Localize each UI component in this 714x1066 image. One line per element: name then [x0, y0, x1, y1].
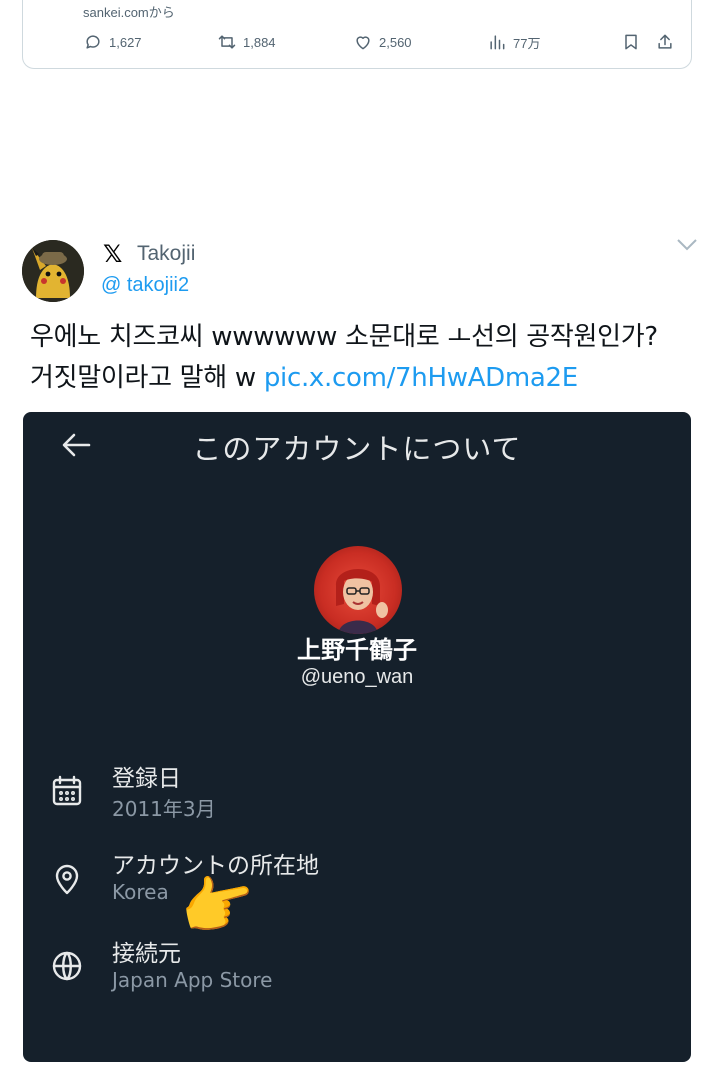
reply-button[interactable]: 1,627 [83, 32, 142, 52]
tweet-action-bar: 1,627 1,884 2,560 77万 [23, 32, 691, 58]
bitmoji-avatar-icon [335, 569, 388, 634]
retweet-count: 1,884 [243, 34, 276, 50]
share-icon [658, 34, 672, 49]
chevron-down-icon [677, 239, 697, 251]
info-value-joined: 2011年3月 [112, 797, 216, 821]
info-label-joined: 登録日 [112, 766, 181, 792]
profile-handle: @ueno_wan [300, 666, 414, 688]
info-row-location: アカウントの所在地 Korea [23, 846, 691, 916]
info-label-connected-via: 接続元 [112, 941, 181, 967]
views-chart-icon [490, 35, 505, 50]
tweet-menu-chevron[interactable] [676, 238, 698, 257]
retweet-button[interactable]: 1,884 [217, 32, 276, 52]
card-source-label: sankei.comから [83, 5, 175, 20]
tweet-text-line-2-body: 거짓말이라고 말해 w [30, 363, 264, 393]
pointing-hand-annotation: 👉 [172, 863, 263, 948]
profile-avatar[interactable] [314, 546, 402, 634]
bookmark-icon [625, 34, 637, 50]
globe-icon [49, 948, 85, 984]
pikachu-avatar-icon [22, 240, 84, 302]
x-logo-icon: 𝕏 [103, 241, 123, 268]
author-handle[interactable]: @ takojii2 [101, 274, 189, 297]
avatar[interactable] [22, 240, 84, 302]
info-value-connected-via: Japan App Store [112, 968, 273, 992]
calendar-icon [49, 773, 85, 809]
profile-name: 上野千鶴子 [297, 636, 417, 664]
tweet-text-line-2: 거짓말이라고 말해 w pic.x.com/7hHwADma2E [30, 358, 700, 399]
tweet-text-line-1: 우에노 치즈코씨 wwwwww 소문대로 ㅗ선의 공작원인가? [30, 322, 658, 352]
reply-icon [86, 35, 100, 49]
retweet-icon [218, 35, 236, 49]
tweet-media-link[interactable]: pic.x.com/7hHwADma2E [264, 363, 578, 393]
reply-count: 1,627 [109, 34, 142, 50]
info-row-joined: 登録日 2011年3月 [23, 759, 691, 829]
info-row-connected-via: 接続元 Japan App Store [23, 934, 691, 1004]
views-button[interactable]: 77万 [487, 32, 540, 52]
author-display-name[interactable]: Takojii [137, 242, 195, 266]
bookmark-button[interactable] [621, 32, 641, 52]
info-value-location: Korea [112, 880, 169, 904]
like-button[interactable]: 2,560 [353, 32, 412, 52]
like-count: 2,560 [379, 34, 412, 50]
page-title: このアカウントについて [192, 432, 522, 466]
embedded-tweet-card[interactable]: sankei.comから 1,627 1,884 2,560 77万 [22, 0, 692, 69]
attached-screenshot[interactable]: このアカウントについて 上野千鶴子 @ueno_wan 登録日 2011年3月 … [23, 412, 691, 1062]
view-count: 77万 [513, 35, 541, 51]
tweet-text: 우에노 치즈코씨 wwwwww 소문대로 ㅗ선의 공작원인가? 거짓말이라고 말… [30, 317, 700, 399]
location-pin-icon [49, 860, 85, 896]
share-button[interactable] [655, 32, 675, 52]
heart-icon [356, 36, 370, 50]
